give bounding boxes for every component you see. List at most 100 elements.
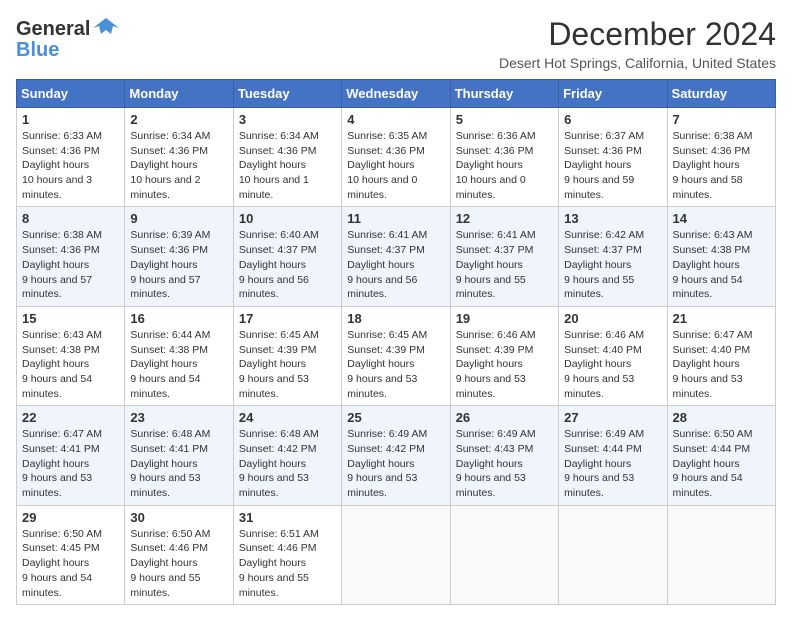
day-number: 1 [22, 112, 119, 127]
table-row [450, 505, 558, 604]
table-row: 3 Sunrise: 6:34 AMSunset: 4:36 PMDaylight… [233, 108, 341, 207]
day-info: Sunrise: 6:34 AMSunset: 4:36 PMDaylight … [130, 130, 210, 201]
logo-bird-icon [93, 16, 119, 43]
table-row: 22Sunrise: 6:47 AMSunset: 4:41 PMDayligh… [17, 406, 125, 505]
day-number: 19 [456, 311, 553, 326]
table-row: 31 Sunrise: 6:51 AMSunset: 4:46 PMDayligh… [233, 505, 341, 604]
day-number: 14 [673, 211, 770, 226]
day-info: Sunrise: 6:41 AMSunset: 4:37 PMDaylight … [456, 229, 536, 300]
table-row: 18 Sunrise: 6:45 AMSunset: 4:39 PMDayligh… [342, 306, 450, 405]
day-info: Sunrise: 6:34 AMSunset: 4:36 PMDaylight … [239, 130, 319, 201]
table-row: 9 Sunrise: 6:39 AMSunset: 4:36 PMDaylight… [125, 207, 233, 306]
day-number: 5 [456, 112, 553, 127]
table-row: 11 Sunrise: 6:41 AMSunset: 4:37 PMDayligh… [342, 207, 450, 306]
day-number: 9 [130, 211, 227, 226]
calendar-table: SundayMondayTuesdayWednesdayThursdayFrid… [16, 79, 776, 605]
table-row: 7Sunrise: 6:38 AMSunset: 4:36 PMDaylight… [667, 108, 775, 207]
table-row: 27 Sunrise: 6:49 AMSunset: 4:44 PMDayligh… [559, 406, 667, 505]
day-number: 4 [347, 112, 444, 127]
table-row: 8 Sunrise: 6:38 AMSunset: 4:36 PMDaylight… [17, 207, 125, 306]
day-number: 30 [130, 510, 227, 525]
calendar-week-row: 1 Sunrise: 6:33 AMSunset: 4:36 PMDaylight… [17, 108, 776, 207]
table-row: 2 Sunrise: 6:34 AMSunset: 4:36 PMDaylight… [125, 108, 233, 207]
day-info: Sunrise: 6:38 AMSunset: 4:36 PMDaylight … [673, 130, 753, 201]
day-number: 15 [22, 311, 119, 326]
day-info: Sunrise: 6:45 AMSunset: 4:39 PMDaylight … [239, 329, 319, 400]
day-number: 8 [22, 211, 119, 226]
day-info: Sunrise: 6:42 AMSunset: 4:37 PMDaylight … [564, 229, 644, 300]
day-info: Sunrise: 6:50 AMSunset: 4:45 PMDaylight … [22, 528, 102, 599]
day-number: 2 [130, 112, 227, 127]
day-number: 18 [347, 311, 444, 326]
day-info: Sunrise: 6:49 AMSunset: 4:44 PMDaylight … [564, 428, 644, 499]
table-row [559, 505, 667, 604]
day-number: 29 [22, 510, 119, 525]
day-info: Sunrise: 6:46 AMSunset: 4:39 PMDaylight … [456, 329, 536, 400]
day-info: Sunrise: 6:38 AMSunset: 4:36 PMDaylight … [22, 229, 102, 300]
day-info: Sunrise: 6:40 AMSunset: 4:37 PMDaylight … [239, 229, 319, 300]
table-row: 24Sunrise: 6:48 AMSunset: 4:42 PMDayligh… [233, 406, 341, 505]
day-info: Sunrise: 6:39 AMSunset: 4:36 PMDaylight … [130, 229, 210, 300]
table-row [342, 505, 450, 604]
table-row: 28Sunrise: 6:50 AMSunset: 4:44 PMDayligh… [667, 406, 775, 505]
day-info: Sunrise: 6:48 AMSunset: 4:42 PMDaylight … [239, 428, 319, 499]
table-row: 15 Sunrise: 6:43 AMSunset: 4:38 PMDayligh… [17, 306, 125, 405]
table-row: 5 Sunrise: 6:36 AMSunset: 4:36 PMDaylight… [450, 108, 558, 207]
table-row: 30 Sunrise: 6:50 AMSunset: 4:46 PMDayligh… [125, 505, 233, 604]
day-info: Sunrise: 6:50 AMSunset: 4:44 PMDaylight … [673, 428, 753, 499]
logo: General Blue [16, 16, 119, 62]
day-number: 6 [564, 112, 661, 127]
day-info: Sunrise: 6:43 AMSunset: 4:38 PMDaylight … [22, 329, 102, 400]
day-info: Sunrise: 6:37 AMSunset: 4:36 PMDaylight … [564, 130, 644, 201]
day-info: Sunrise: 6:47 AMSunset: 4:41 PMDaylight … [22, 428, 102, 499]
day-number: 23 [130, 410, 227, 425]
table-row: 14 Sunrise: 6:43 AMSunset: 4:38 PMDayligh… [667, 207, 775, 306]
table-row: 10Sunrise: 6:40 AMSunset: 4:37 PMDayligh… [233, 207, 341, 306]
table-row: 25Sunrise: 6:49 AMSunset: 4:42 PMDayligh… [342, 406, 450, 505]
table-row: 6 Sunrise: 6:37 AMSunset: 4:36 PMDaylight… [559, 108, 667, 207]
day-number: 26 [456, 410, 553, 425]
title-area: December 2024 Desert Hot Springs, Califo… [499, 16, 776, 71]
table-row: 17 Sunrise: 6:45 AMSunset: 4:39 PMDayligh… [233, 306, 341, 405]
day-info: Sunrise: 6:44 AMSunset: 4:38 PMDaylight … [130, 329, 210, 400]
table-row: 16Sunrise: 6:44 AMSunset: 4:38 PMDayligh… [125, 306, 233, 405]
table-row: 1 Sunrise: 6:33 AMSunset: 4:36 PMDaylight… [17, 108, 125, 207]
day-number: 31 [239, 510, 336, 525]
table-row [667, 505, 775, 604]
day-info: Sunrise: 6:45 AMSunset: 4:39 PMDaylight … [347, 329, 427, 400]
calendar-header-row: SundayMondayTuesdayWednesdayThursdayFrid… [17, 80, 776, 108]
day-info: Sunrise: 6:51 AMSunset: 4:46 PMDaylight … [239, 528, 319, 599]
table-row: 29 Sunrise: 6:50 AMSunset: 4:45 PMDayligh… [17, 505, 125, 604]
day-info: Sunrise: 6:48 AMSunset: 4:41 PMDaylight … [130, 428, 210, 499]
table-row: 21 Sunrise: 6:47 AMSunset: 4:40 PMDayligh… [667, 306, 775, 405]
day-info: Sunrise: 6:43 AMSunset: 4:38 PMDaylight … [673, 229, 753, 300]
day-info: Sunrise: 6:50 AMSunset: 4:46 PMDaylight … [130, 528, 210, 599]
day-number: 17 [239, 311, 336, 326]
table-row: 19 Sunrise: 6:46 AMSunset: 4:39 PMDayligh… [450, 306, 558, 405]
day-info: Sunrise: 6:49 AMSunset: 4:43 PMDaylight … [456, 428, 536, 499]
day-number: 25 [347, 410, 444, 425]
col-header-saturday: Saturday [667, 80, 775, 108]
calendar-week-row: 22Sunrise: 6:47 AMSunset: 4:41 PMDayligh… [17, 406, 776, 505]
logo-general-text: General [16, 18, 90, 41]
col-header-monday: Monday [125, 80, 233, 108]
table-row: 20Sunrise: 6:46 AMSunset: 4:40 PMDayligh… [559, 306, 667, 405]
table-row: 23 Sunrise: 6:48 AMSunset: 4:41 PMDayligh… [125, 406, 233, 505]
table-row: 26 Sunrise: 6:49 AMSunset: 4:43 PMDayligh… [450, 406, 558, 505]
day-number: 11 [347, 211, 444, 226]
day-number: 12 [456, 211, 553, 226]
col-header-friday: Friday [559, 80, 667, 108]
day-number: 21 [673, 311, 770, 326]
calendar-week-row: 8 Sunrise: 6:38 AMSunset: 4:36 PMDaylight… [17, 207, 776, 306]
day-number: 3 [239, 112, 336, 127]
col-header-thursday: Thursday [450, 80, 558, 108]
col-header-wednesday: Wednesday [342, 80, 450, 108]
day-info: Sunrise: 6:47 AMSunset: 4:40 PMDaylight … [673, 329, 753, 400]
day-info: Sunrise: 6:33 AMSunset: 4:36 PMDaylight … [22, 130, 102, 201]
calendar-week-row: 15 Sunrise: 6:43 AMSunset: 4:38 PMDayligh… [17, 306, 776, 405]
day-number: 20 [564, 311, 661, 326]
day-info: Sunrise: 6:41 AMSunset: 4:37 PMDaylight … [347, 229, 427, 300]
day-info: Sunrise: 6:36 AMSunset: 4:36 PMDaylight … [456, 130, 536, 201]
table-row: 13Sunrise: 6:42 AMSunset: 4:37 PMDayligh… [559, 207, 667, 306]
day-number: 27 [564, 410, 661, 425]
